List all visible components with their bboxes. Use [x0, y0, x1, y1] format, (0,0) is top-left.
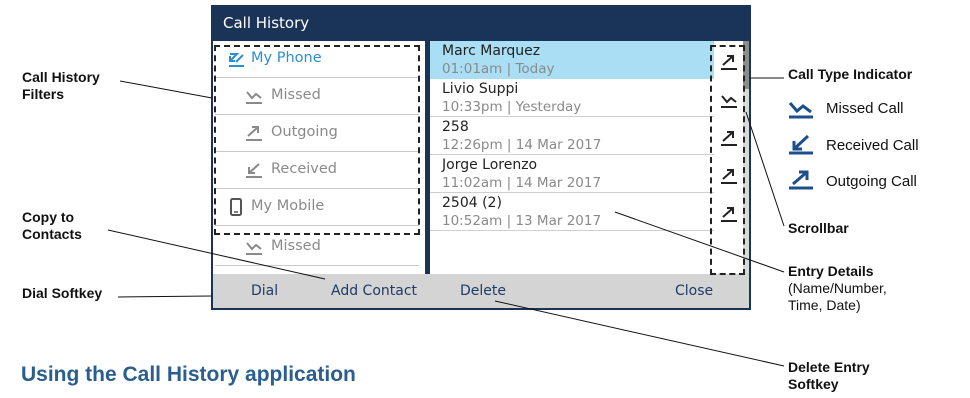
call-entry[interactable]: 2504 (2) 10:52am | 13 Mar 2017: [430, 193, 714, 231]
call-entry[interactable]: Jorge Lorenzo 11:02am | 14 Mar 2017: [430, 155, 714, 193]
close-softkey[interactable]: Close: [675, 283, 713, 299]
screen-title: Call History: [223, 14, 310, 32]
callout-text: (Name/Number,: [788, 280, 887, 296]
call-type-highlight-box: [710, 45, 745, 275]
dial-softkey-callout: Dial Softkey: [22, 285, 103, 301]
delete-softkey[interactable]: Delete: [460, 283, 506, 299]
entry-time: 11:02am | 14 Mar 2017: [442, 175, 602, 191]
outgoing-call-icon: [789, 170, 813, 190]
filters-callout: Call History Filters: [22, 69, 100, 103]
leader-line: [119, 80, 213, 99]
entry-time: 10:52am | 13 Mar 2017: [442, 213, 602, 229]
entry-name: Marc Marquez: [442, 43, 541, 59]
callout-text: Time, Date): [788, 297, 861, 313]
copy-contacts-callout: Copy to Contacts: [22, 209, 82, 243]
legend-outgoing-label: Outgoing Call: [826, 173, 917, 190]
entry-details-callout: Entry Details (Name/Number, Time, Date): [788, 263, 887, 314]
leader-line: [745, 111, 785, 227]
leader-line: [494, 300, 785, 367]
entry-time: 10:33pm | Yesterday: [442, 99, 582, 115]
call-entry[interactable]: 258 12:26pm | 14 Mar 2017: [430, 117, 714, 155]
entry-time: 01:01am | Today: [442, 61, 555, 77]
call-type-indicator-callout: Call Type Indicator: [788, 66, 913, 82]
call-entry[interactable]: Livio Suppi 10:33pm | Yesterday: [430, 79, 714, 117]
call-entry-list: Marc Marquez 01:01am | Today Livio Suppi…: [430, 41, 749, 274]
callout-text: Delete Entry: [788, 359, 870, 375]
missed-call-icon: [788, 102, 813, 119]
callout-text: Softkey: [788, 376, 839, 392]
entry-name: Livio Suppi: [442, 81, 519, 97]
missed-call-icon: [246, 242, 262, 255]
callout-text: Copy to: [22, 209, 75, 225]
filter-label: Missed: [271, 238, 321, 254]
legend-missed-label: Missed Call: [826, 100, 904, 117]
leader-line: [117, 295, 213, 298]
softkey-bar: Dial Add Contact Delete Close: [213, 274, 749, 308]
callout-text: Contacts: [22, 226, 82, 242]
add-contact-softkey[interactable]: Add Contact: [331, 283, 417, 299]
legend-received-label: Received Call: [826, 137, 919, 154]
entry-name: Jorge Lorenzo: [442, 157, 538, 173]
callout-text: Filters: [22, 86, 65, 102]
section-heading: Using the Call History application: [21, 363, 356, 386]
entry-name: 258: [442, 119, 469, 135]
delete-entry-callout: Delete Entry Softkey: [788, 359, 870, 393]
callout-text: Entry Details: [788, 263, 874, 279]
entry-time: 12:26pm | 14 Mar 2017: [442, 137, 602, 153]
entry-name: 2504 (2): [442, 195, 502, 211]
callout-text: Call History: [22, 69, 100, 85]
scrollbar-callout: Scrollbar: [788, 220, 849, 236]
call-entry[interactable]: Marc Marquez 01:01am | Today: [430, 41, 714, 79]
dial-softkey[interactable]: Dial: [251, 283, 278, 299]
filters-highlight-box: [214, 45, 420, 235]
received-call-icon: [789, 134, 813, 155]
